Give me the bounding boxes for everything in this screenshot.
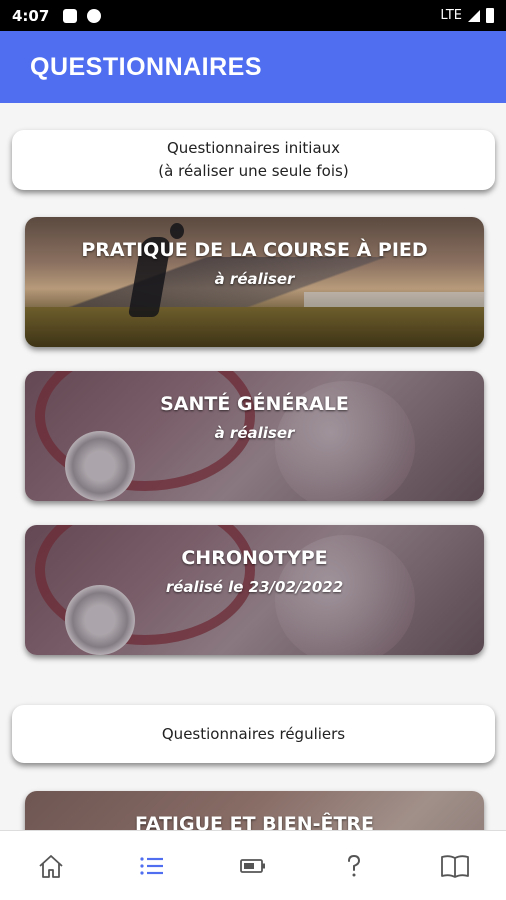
card-title: FATIGUE ET BIEN-ÊTRE: [134, 813, 375, 830]
status-time: 4:07: [12, 6, 50, 25]
bottom-navigation: [0, 830, 506, 900]
status-bar: 4:07 LTE: [0, 0, 506, 31]
notification-a-icon: [63, 8, 78, 23]
nav-home[interactable]: [26, 841, 76, 891]
card-title: PRATIQUE DE LA COURSE À PIED: [81, 239, 428, 261]
help-icon: [348, 854, 361, 876]
book-icon: [441, 854, 470, 878]
section-header-regular: Questionnaires réguliers: [12, 705, 495, 763]
battery-icon: [240, 858, 265, 873]
notification-p-icon: [87, 8, 102, 23]
list-icon: [140, 856, 163, 875]
battery-status-icon: [486, 8, 494, 23]
section-initial-subtitle: (à réaliser une seule fois): [158, 162, 349, 180]
card-sante-generale[interactable]: SANTÉ GÉNÉRALE à réaliser: [25, 371, 484, 501]
app-bar: QUESTIONNAIRES: [0, 31, 506, 103]
section-initial-title: Questionnaires initiaux: [166, 139, 341, 157]
card-chronotype[interactable]: CHRONOTYPE réalisé le 23/02/2022: [25, 525, 484, 655]
nav-guide[interactable]: [430, 841, 480, 891]
card-title: CHRONOTYPE: [181, 547, 328, 569]
nav-help[interactable]: [329, 841, 379, 891]
card-course-a-pied[interactable]: PRATIQUE DE LA COURSE À PIED à réaliser: [25, 217, 484, 347]
card-title: SANTÉ GÉNÉRALE: [160, 393, 349, 415]
nav-battery[interactable]: [228, 841, 278, 891]
nav-questionnaires[interactable]: [127, 841, 177, 891]
section-regular-title: Questionnaires réguliers: [161, 724, 346, 743]
card-status: réalisé le 23/02/2022: [165, 578, 344, 596]
network-label: LTE: [440, 8, 462, 23]
card-fatigue-bien-etre[interactable]: FATIGUE ET BIEN-ÊTRE: [25, 791, 484, 830]
questionnaire-list[interactable]: Questionnaires initiaux (à réaliser une …: [0, 103, 506, 830]
card-status: à réaliser: [214, 424, 295, 442]
signal-icon: [468, 9, 480, 22]
section-header-initial: Questionnaires initiaux (à réaliser une …: [12, 130, 495, 190]
card-status: à réaliser: [214, 270, 295, 288]
home-icon: [38, 854, 63, 878]
page-title: QUESTIONNAIRES: [30, 52, 263, 81]
